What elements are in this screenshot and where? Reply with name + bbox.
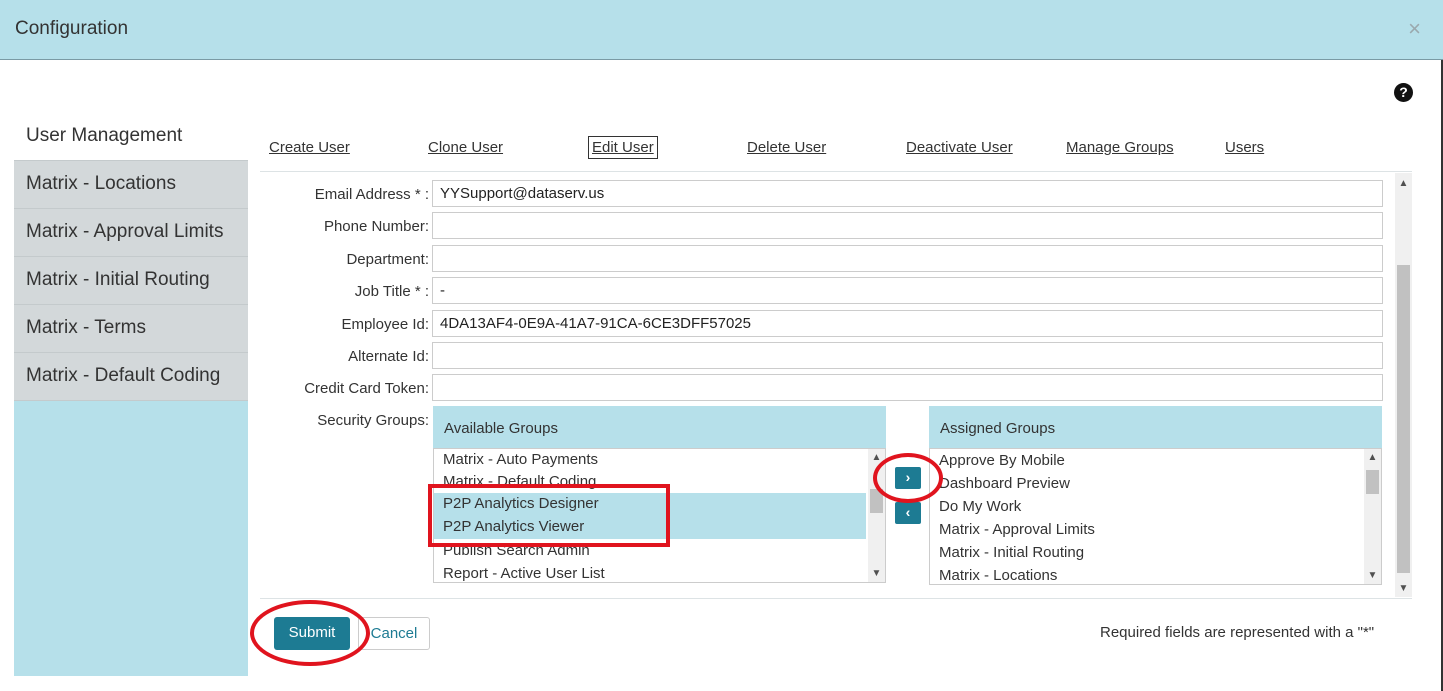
tab-users[interactable]: Users: [1225, 139, 1264, 156]
sidebar-item-matrix-default-coding[interactable]: Matrix - Default Coding: [14, 353, 248, 401]
list-item[interactable]: Dashboard Preview: [930, 473, 1362, 496]
annotation-circle-submit-button: [250, 600, 370, 666]
employee-id-field[interactable]: [432, 310, 1383, 337]
annotation-highlight-box: [428, 484, 670, 547]
scroll-down-arrow-icon[interactable]: ▼: [868, 565, 885, 582]
help-icon[interactable]: ?: [1394, 83, 1413, 102]
panel-top-divider: [260, 171, 1412, 172]
job-title-label: Job Title * :: [354, 283, 429, 300]
scroll-up-arrow-icon[interactable]: ▲: [1364, 449, 1381, 466]
assigned-groups-list[interactable]: Approve By Mobile Dashboard Preview Do M…: [929, 448, 1382, 585]
list-item[interactable]: Approve By Mobile: [930, 450, 1362, 473]
list-item[interactable]: Matrix - Locations: [930, 565, 1362, 584]
list-item[interactable]: Do My Work: [930, 496, 1362, 519]
tab-edit-user[interactable]: Edit User: [588, 136, 658, 159]
list-item[interactable]: Matrix - Initial Routing: [930, 542, 1362, 565]
tab-delete-user[interactable]: Delete User: [747, 139, 826, 156]
scroll-down-arrow-icon[interactable]: ▼: [1364, 567, 1381, 584]
sidebar-item-user-management[interactable]: User Management: [14, 113, 248, 161]
list-item[interactable]: Matrix - Auto Payments: [434, 449, 866, 472]
sidebar-item-matrix-locations[interactable]: Matrix - Locations: [14, 161, 248, 209]
assigned-groups-scrollbar[interactable]: ▲ ▼: [1364, 449, 1381, 584]
assigned-groups-header: Assigned Groups: [929, 406, 1382, 448]
panel-scrollbar[interactable]: ▲ ▼: [1395, 173, 1412, 597]
credit-card-token-label: Credit Card Token:: [304, 380, 429, 397]
sidebar-item-matrix-approval-limits[interactable]: Matrix - Approval Limits: [14, 209, 248, 257]
list-item[interactable]: Report - Active User List: [434, 563, 866, 582]
alternate-id-field[interactable]: [432, 342, 1383, 369]
tab-create-user[interactable]: Create User: [269, 139, 350, 156]
panel-bottom-divider: [260, 598, 1412, 599]
list-item[interactable]: Matrix - Approval Limits: [930, 519, 1362, 542]
email-label: Email Address * :: [314, 186, 429, 203]
security-groups-label: Security Groups:: [317, 412, 429, 429]
dialog-titlebar: Configuration ×: [0, 0, 1443, 60]
alternate-id-label: Alternate Id:: [348, 348, 429, 365]
tab-manage-groups[interactable]: Manage Groups: [1066, 139, 1174, 156]
sidebar: User Management Matrix - Locations Matri…: [14, 113, 248, 676]
dialog-title: Configuration: [15, 18, 129, 39]
email-field[interactable]: [432, 180, 1383, 207]
scroll-down-arrow-icon[interactable]: ▼: [1395, 580, 1412, 597]
sidebar-item-matrix-terms[interactable]: Matrix - Terms: [14, 305, 248, 353]
department-field[interactable]: [432, 245, 1383, 272]
required-fields-note: Required fields are represented with a "…: [1100, 624, 1375, 641]
tab-clone-user[interactable]: Clone User: [428, 139, 503, 156]
sidebar-item-matrix-initial-routing[interactable]: Matrix - Initial Routing: [14, 257, 248, 305]
credit-card-token-field[interactable]: [432, 374, 1383, 401]
scrollbar-thumb[interactable]: [1397, 265, 1410, 573]
available-groups-header: Available Groups: [433, 406, 886, 448]
close-icon[interactable]: ×: [1408, 16, 1421, 42]
job-title-field[interactable]: [432, 277, 1383, 304]
tab-deactivate-user[interactable]: Deactivate User: [906, 139, 1013, 156]
employee-id-label: Employee Id:: [341, 316, 429, 333]
scroll-up-arrow-icon[interactable]: ▲: [1395, 175, 1412, 192]
phone-field[interactable]: [432, 212, 1383, 239]
remove-group-button[interactable]: ‹: [895, 502, 921, 524]
department-label: Department:: [346, 251, 429, 268]
scrollbar-thumb[interactable]: [1366, 470, 1379, 494]
phone-label: Phone Number:: [323, 218, 429, 235]
annotation-circle-add-button: [873, 453, 943, 503]
